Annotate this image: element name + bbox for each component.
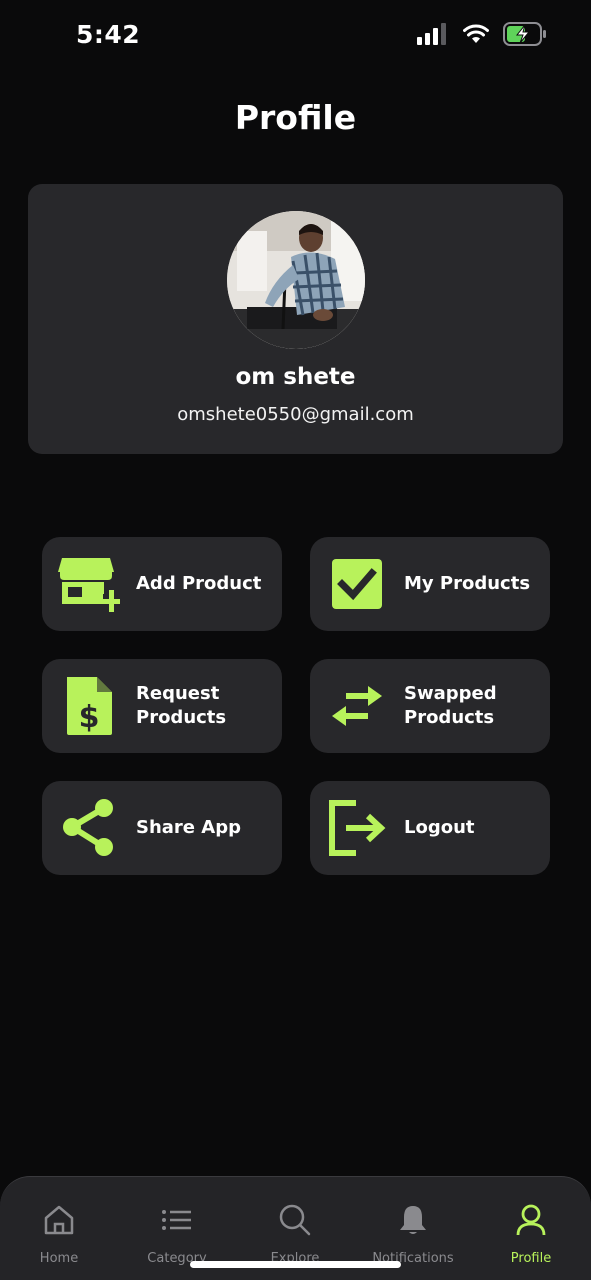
- swap-arrows-icon: [332, 686, 382, 726]
- profile-card: om shete omshete0550@gmail.com: [28, 184, 563, 454]
- share-app-button[interactable]: Share App: [42, 781, 282, 875]
- status-icons: [417, 22, 547, 46]
- request-products-label: Request Products: [136, 683, 227, 728]
- home-indicator[interactable]: [190, 1261, 401, 1268]
- my-products-label: My Products: [404, 573, 531, 594]
- nav-label-profile: Profile: [510, 1251, 552, 1266]
- nav-item-home[interactable]: Home: [0, 1177, 118, 1280]
- status-time: 5:42: [76, 20, 141, 49]
- avatar-photo: [227, 211, 365, 349]
- share-app-label: Share App: [136, 817, 241, 838]
- nav-label-home: Home: [39, 1251, 79, 1266]
- logout-button[interactable]: Logout: [310, 781, 550, 875]
- my-products-button[interactable]: My Products: [310, 537, 550, 631]
- profile-email: omshete0550@gmail.com: [177, 404, 414, 425]
- list-icon: [162, 1210, 191, 1230]
- profile-name: om shete: [235, 364, 356, 390]
- avatar[interactable]: [227, 211, 365, 349]
- wifi-icon: [463, 24, 489, 43]
- invoice-dollar-icon: $: [67, 677, 112, 735]
- nav-item-profile[interactable]: Profile: [472, 1177, 590, 1280]
- swapped-products-button[interactable]: Swapped Products: [310, 659, 550, 753]
- battery-charging-icon: [503, 22, 546, 46]
- request-products-button[interactable]: $ Request Products: [42, 659, 282, 753]
- add-product-label: Add Product: [136, 573, 262, 594]
- swapped-products-label: Swapped Products: [404, 683, 497, 728]
- svg-text:$: $: [79, 700, 100, 735]
- cellular-signal-icon: [417, 23, 446, 45]
- bell-icon: [400, 1206, 426, 1234]
- page-title: Profile: [234, 98, 357, 137]
- status-bar: 5:42: [0, 0, 591, 72]
- add-product-button[interactable]: Add Product: [42, 537, 282, 631]
- user-icon: [516, 1204, 546, 1236]
- home-icon: [44, 1205, 74, 1235]
- search-icon: [279, 1204, 311, 1236]
- logout-icon: [329, 800, 386, 856]
- checkbox-icon: [332, 559, 382, 609]
- logout-label: Logout: [404, 817, 475, 838]
- share-icon: [63, 799, 113, 856]
- store-add-icon: [58, 558, 120, 614]
